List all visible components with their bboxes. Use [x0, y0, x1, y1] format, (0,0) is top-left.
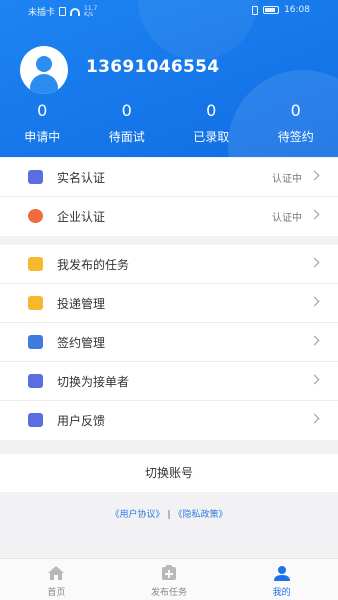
switch-account-button[interactable]: 切换账号 — [0, 454, 338, 492]
stat-value: 0 — [290, 101, 301, 120]
status-text: 认证中 — [272, 173, 302, 185]
status-bar: 未插卡 11.7 K/s 16:08 — [0, 0, 338, 20]
menu-item-company-cert[interactable]: 企业认证 认证中 — [0, 197, 338, 236]
stats-row: 0 申请中 0 待面试 0 已录取 0 待签约 — [0, 100, 338, 145]
menu-item-feedback[interactable]: 用户反馈 — [0, 401, 338, 440]
delivery-icon — [28, 296, 43, 310]
legal-links: 《用户协议》 | 《隐私政策》 — [0, 507, 338, 520]
menu-item-contracts[interactable]: 签约管理 — [0, 323, 338, 362]
tab-label: 我的 — [272, 588, 291, 598]
bottom-tab-bar: 首页 发布任务 我的 — [0, 558, 338, 600]
chevron-right-icon — [309, 335, 320, 346]
stat-signing[interactable]: 0 待签约 — [254, 100, 338, 145]
privacy-policy-link[interactable]: 《隐私政策》 — [174, 510, 228, 520]
tab-label: 发布任务 — [151, 588, 188, 598]
menu-item-label: 企业认证 — [57, 210, 106, 224]
company-icon — [28, 209, 43, 223]
feedback-icon — [28, 413, 43, 427]
stat-hired[interactable]: 0 已录取 — [169, 100, 254, 145]
certification-group: 实名认证 认证中 企业认证 认证中 — [0, 158, 338, 236]
avatar-head-icon — [36, 56, 52, 72]
publish-icon — [162, 565, 176, 580]
menu-item-my-tasks[interactable]: 我发布的任务 — [0, 245, 338, 284]
status-text: 认证中 — [272, 213, 302, 224]
stat-label: 待面试 — [108, 130, 145, 144]
menu-item-label: 签约管理 — [57, 335, 106, 350]
menu-item-delivery[interactable]: 投递管理 — [0, 284, 338, 323]
stat-value: 0 — [206, 101, 217, 120]
contract-icon — [28, 335, 43, 349]
sim-icon — [59, 7, 67, 16]
menu-item-switch-role[interactable]: 切换为接单者 — [0, 362, 338, 401]
clock-text: 16:08 — [284, 5, 310, 15]
stat-value: 0 — [121, 101, 132, 120]
menu-item-label: 用户反馈 — [57, 414, 106, 428]
stat-applying[interactable]: 0 申请中 — [0, 100, 85, 145]
link-separator: | — [167, 510, 171, 520]
tab-mine[interactable]: 我的 — [225, 559, 338, 600]
wifi-icon — [70, 7, 81, 16]
chevron-right-icon — [309, 413, 320, 424]
menu-item-label: 实名认证 — [57, 170, 106, 185]
task-menu-group: 我发布的任务 投递管理 签约管理 切换为接单者 用户反馈 — [0, 245, 338, 440]
home-icon — [48, 566, 65, 580]
avatar[interactable] — [20, 46, 68, 94]
tab-home[interactable]: 首页 — [0, 559, 113, 600]
stat-label: 申请中 — [24, 130, 61, 144]
switch-role-icon — [28, 374, 43, 388]
profile-header: 未插卡 11.7 K/s 16:08 13691046554 0 申请中 0 待… — [0, 0, 338, 157]
menu-item-label: 我发布的任务 — [57, 257, 130, 272]
carrier-text: 未插卡 — [28, 8, 56, 18]
stat-label: 已录取 — [193, 130, 230, 144]
menu-item-real-name-cert[interactable]: 实名认证 认证中 — [0, 158, 338, 197]
avatar-body-icon — [30, 74, 58, 94]
chevron-right-icon — [309, 209, 320, 220]
tab-label: 首页 — [47, 588, 66, 598]
tab-publish-task[interactable]: 发布任务 — [113, 559, 226, 600]
user-phone: 13691046554 — [86, 57, 220, 77]
stat-value: 0 — [37, 101, 48, 120]
id-card-icon — [28, 170, 43, 184]
chevron-right-icon — [309, 296, 320, 307]
profile-icon — [273, 566, 290, 581]
chevron-right-icon — [309, 374, 320, 385]
menu-item-label: 切换为接单者 — [57, 374, 130, 389]
chevron-right-icon — [309, 170, 320, 181]
stat-interview[interactable]: 0 待面试 — [85, 100, 170, 145]
net-speed-unit: K/s — [84, 10, 94, 18]
menu-item-label: 投递管理 — [57, 296, 106, 311]
battery-icon — [263, 6, 280, 14]
user-agreement-link[interactable]: 《用户协议》 — [110, 510, 164, 520]
vibrate-icon — [252, 5, 259, 15]
stat-label: 待签约 — [277, 130, 314, 144]
folder-icon — [28, 257, 43, 271]
chevron-right-icon — [309, 257, 320, 268]
